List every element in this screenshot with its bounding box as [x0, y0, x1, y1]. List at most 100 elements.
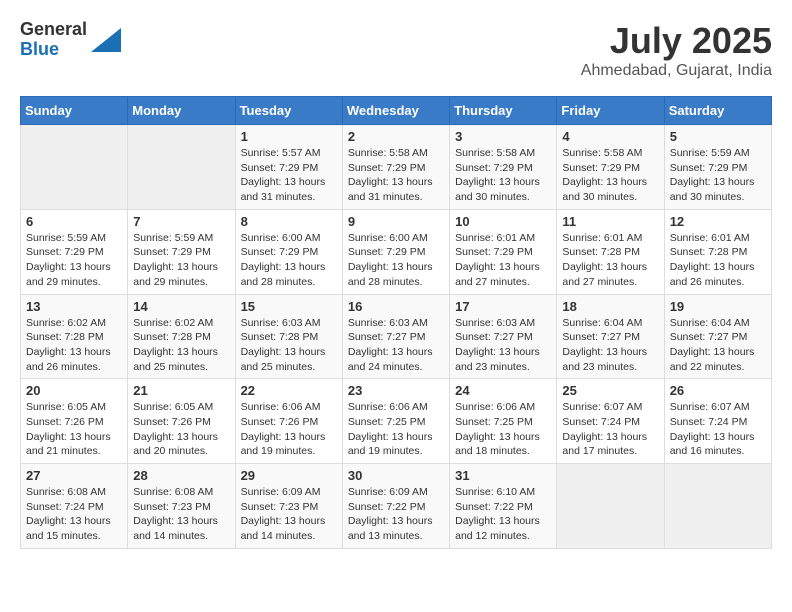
calendar-cell: 2 Sunrise: 5:58 AM Sunset: 7:29 PM Daylig…: [342, 125, 449, 210]
calendar-table: SundayMondayTuesdayWednesdayThursdayFrid…: [20, 96, 772, 549]
day-info: Sunrise: 6:05 AM Sunset: 7:26 PM Dayligh…: [133, 400, 229, 459]
header-wednesday: Wednesday: [342, 97, 449, 125]
day-info: Sunrise: 6:07 AM Sunset: 7:24 PM Dayligh…: [562, 400, 658, 459]
calendar-cell: 4Sunrise: 5:58 AM Sunset: 7:29 PM Daylig…: [557, 125, 664, 210]
day-number: 14: [133, 299, 229, 314]
calendar-cell: 19 Sunrise: 6:04 AM Sunset: 7:27 PM Dayli…: [664, 294, 771, 379]
day-number: 9: [348, 214, 444, 229]
calendar-cell: 26Sunrise: 6:07 AM Sunset: 7:24 PM Dayli…: [664, 379, 771, 464]
day-number: 22: [241, 383, 337, 398]
day-info: Sunrise: 5:58 AM Sunset: 7:29 PM Dayligh…: [348, 146, 444, 205]
header-thursday: Thursday: [450, 97, 557, 125]
calendar-header-row: SundayMondayTuesdayWednesdayThursdayFrid…: [21, 97, 772, 125]
day-number: 3: [455, 129, 551, 144]
calendar-cell: 10Sunrise: 6:01 AM Sunset: 7:29 PM Dayli…: [450, 209, 557, 294]
day-info: Sunrise: 5:58 AM Sunset: 7:29 PM Dayligh…: [455, 146, 551, 205]
day-number: 2: [348, 129, 444, 144]
header-saturday: Saturday: [664, 97, 771, 125]
day-number: 19: [670, 299, 766, 314]
calendar-cell: 30 Sunrise: 6:09 AM Sunset: 7:22 PM Dayli…: [342, 464, 449, 549]
day-info: Sunrise: 6:03 AM Sunset: 7:28 PM Dayligh…: [241, 316, 337, 375]
calendar-cell: 1 Sunrise: 5:57 AM Sunset: 7:29 PM Daylig…: [235, 125, 342, 210]
page-header: General Blue July 2025 Ahmedabad, Gujara…: [20, 20, 772, 80]
day-info: Sunrise: 6:05 AM Sunset: 7:26 PM Dayligh…: [26, 400, 122, 459]
day-number: 6: [26, 214, 122, 229]
calendar-cell: 9 Sunrise: 6:00 AM Sunset: 7:29 PM Daylig…: [342, 209, 449, 294]
title-block: July 2025 Ahmedabad, Gujarat, India: [581, 20, 772, 80]
day-number: 1: [241, 129, 337, 144]
calendar-week-4: 20 Sunrise: 6:05 AM Sunset: 7:26 PM Dayli…: [21, 379, 772, 464]
day-info: Sunrise: 6:00 AM Sunset: 7:29 PM Dayligh…: [348, 231, 444, 290]
calendar-cell: 5Sunrise: 5:59 AM Sunset: 7:29 PM Daylig…: [664, 125, 771, 210]
day-number: 17: [455, 299, 551, 314]
calendar-week-2: 6 Sunrise: 5:59 AM Sunset: 7:29 PM Daylig…: [21, 209, 772, 294]
calendar-cell: 27 Sunrise: 6:08 AM Sunset: 7:24 PM Dayli…: [21, 464, 128, 549]
day-info: Sunrise: 6:08 AM Sunset: 7:24 PM Dayligh…: [26, 485, 122, 544]
calendar-cell: 25Sunrise: 6:07 AM Sunset: 7:24 PM Dayli…: [557, 379, 664, 464]
day-number: 27: [26, 468, 122, 483]
day-number: 31: [455, 468, 551, 483]
day-info: Sunrise: 6:02 AM Sunset: 7:28 PM Dayligh…: [133, 316, 229, 375]
calendar-cell: 28 Sunrise: 6:08 AM Sunset: 7:23 PM Dayli…: [128, 464, 235, 549]
day-info: Sunrise: 6:09 AM Sunset: 7:22 PM Dayligh…: [348, 485, 444, 544]
day-info: Sunrise: 5:57 AM Sunset: 7:29 PM Dayligh…: [241, 146, 337, 205]
calendar-cell: 11Sunrise: 6:01 AM Sunset: 7:28 PM Dayli…: [557, 209, 664, 294]
day-info: Sunrise: 6:06 AM Sunset: 7:26 PM Dayligh…: [241, 400, 337, 459]
calendar-week-5: 27 Sunrise: 6:08 AM Sunset: 7:24 PM Dayli…: [21, 464, 772, 549]
day-number: 7: [133, 214, 229, 229]
day-info: Sunrise: 6:09 AM Sunset: 7:23 PM Dayligh…: [241, 485, 337, 544]
day-number: 18: [562, 299, 658, 314]
day-number: 23: [348, 383, 444, 398]
day-info: Sunrise: 6:06 AM Sunset: 7:25 PM Dayligh…: [455, 400, 551, 459]
calendar-cell: [664, 464, 771, 549]
header-sunday: Sunday: [21, 97, 128, 125]
day-number: 24: [455, 383, 551, 398]
day-info: Sunrise: 6:04 AM Sunset: 7:27 PM Dayligh…: [670, 316, 766, 375]
calendar-cell: 31 Sunrise: 6:10 AM Sunset: 7:22 PM Dayli…: [450, 464, 557, 549]
day-info: Sunrise: 6:08 AM Sunset: 7:23 PM Dayligh…: [133, 485, 229, 544]
day-info: Sunrise: 6:10 AM Sunset: 7:22 PM Dayligh…: [455, 485, 551, 544]
day-number: 12: [670, 214, 766, 229]
calendar-cell: 6 Sunrise: 5:59 AM Sunset: 7:29 PM Daylig…: [21, 209, 128, 294]
day-number: 30: [348, 468, 444, 483]
calendar-cell: 18 Sunrise: 6:04 AM Sunset: 7:27 PM Dayli…: [557, 294, 664, 379]
calendar-cell: [21, 125, 128, 210]
day-number: 16: [348, 299, 444, 314]
calendar-cell: 20 Sunrise: 6:05 AM Sunset: 7:26 PM Dayli…: [21, 379, 128, 464]
calendar-cell: 15Sunrise: 6:03 AM Sunset: 7:28 PM Dayli…: [235, 294, 342, 379]
calendar-location: Ahmedabad, Gujarat, India: [581, 62, 772, 80]
day-info: Sunrise: 6:00 AM Sunset: 7:29 PM Dayligh…: [241, 231, 337, 290]
header-monday: Monday: [128, 97, 235, 125]
day-number: 4: [562, 129, 658, 144]
calendar-title: July 2025: [581, 20, 772, 62]
day-number: 21: [133, 383, 229, 398]
day-info: Sunrise: 6:07 AM Sunset: 7:24 PM Dayligh…: [670, 400, 766, 459]
calendar-cell: 3 Sunrise: 5:58 AM Sunset: 7:29 PM Daylig…: [450, 125, 557, 210]
logo-general: General: [20, 20, 87, 40]
calendar-week-3: 13 Sunrise: 6:02 AM Sunset: 7:28 PM Dayli…: [21, 294, 772, 379]
calendar-cell: 23Sunrise: 6:06 AM Sunset: 7:25 PM Dayli…: [342, 379, 449, 464]
day-number: 8: [241, 214, 337, 229]
calendar-cell: 24 Sunrise: 6:06 AM Sunset: 7:25 PM Dayli…: [450, 379, 557, 464]
day-info: Sunrise: 6:01 AM Sunset: 7:29 PM Dayligh…: [455, 231, 551, 290]
logo-blue: Blue: [20, 40, 87, 60]
day-info: Sunrise: 5:59 AM Sunset: 7:29 PM Dayligh…: [26, 231, 122, 290]
calendar-cell: 7Sunrise: 5:59 AM Sunset: 7:29 PM Daylig…: [128, 209, 235, 294]
day-info: Sunrise: 6:04 AM Sunset: 7:27 PM Dayligh…: [562, 316, 658, 375]
day-number: 11: [562, 214, 658, 229]
day-info: Sunrise: 6:02 AM Sunset: 7:28 PM Dayligh…: [26, 316, 122, 375]
calendar-cell: 13 Sunrise: 6:02 AM Sunset: 7:28 PM Dayli…: [21, 294, 128, 379]
calendar-cell: 8 Sunrise: 6:00 AM Sunset: 7:29 PM Daylig…: [235, 209, 342, 294]
calendar-cell: 22 Sunrise: 6:06 AM Sunset: 7:26 PM Dayli…: [235, 379, 342, 464]
day-number: 13: [26, 299, 122, 314]
day-info: Sunrise: 6:03 AM Sunset: 7:27 PM Dayligh…: [455, 316, 551, 375]
day-info: Sunrise: 6:03 AM Sunset: 7:27 PM Dayligh…: [348, 316, 444, 375]
day-number: 20: [26, 383, 122, 398]
calendar-cell: 16 Sunrise: 6:03 AM Sunset: 7:27 PM Dayli…: [342, 294, 449, 379]
calendar-week-1: 1 Sunrise: 5:57 AM Sunset: 7:29 PM Daylig…: [21, 125, 772, 210]
calendar-cell: 21 Sunrise: 6:05 AM Sunset: 7:26 PM Dayli…: [128, 379, 235, 464]
calendar-cell: 17 Sunrise: 6:03 AM Sunset: 7:27 PM Dayli…: [450, 294, 557, 379]
calendar-cell: [557, 464, 664, 549]
day-info: Sunrise: 5:59 AM Sunset: 7:29 PM Dayligh…: [670, 146, 766, 205]
day-number: 28: [133, 468, 229, 483]
